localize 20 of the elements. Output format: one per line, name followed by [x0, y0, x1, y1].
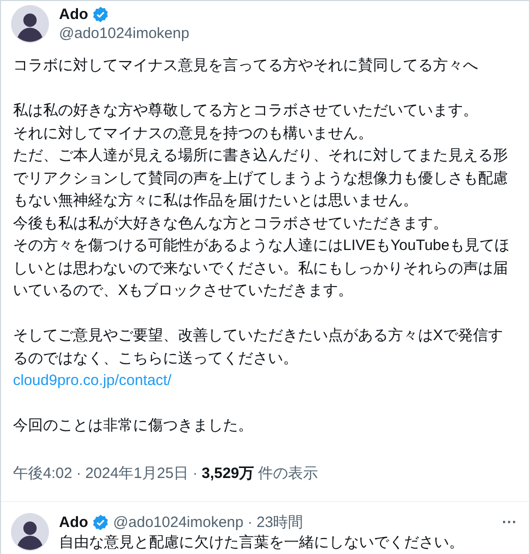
separator-dot: ·	[192, 465, 198, 482]
author-handle[interactable]: @ado1024imokenp	[59, 25, 190, 42]
tweet-text: 今回のことは非常に傷つきました。	[13, 416, 253, 436]
tweet-text: そしてご意見やご要望、改善していただきたい点がある方々はXで発信す るのではなく、こちらに送ってください。	[13, 326, 504, 368]
author-name[interactable]: Ado	[59, 514, 88, 531]
reply-time[interactable]: 23時間	[256, 513, 304, 532]
meta-text: 2024年1月25日	[85, 464, 189, 483]
separator-dot: ·	[76, 465, 82, 482]
author-handle[interactable]: @ado1024imokenp	[113, 514, 244, 531]
meta-text: 午後4:02	[13, 464, 72, 483]
avatar-icon[interactable]	[11, 5, 49, 43]
avatar-icon[interactable]	[11, 513, 49, 551]
more-menu-icon[interactable]: ···	[502, 514, 517, 531]
author-name[interactable]: Ado	[59, 6, 88, 23]
tweet-text: 私は私の好きな方や尊敬してる方とコラボさせていただいています。 それに対してマイナスの意見を持つのも構いません。 ただ、ご本人達が見える場所に書き込んだり、それに対してまた見える形 でリアクションして賛同の声を上げてしまうような想像力も優しさも配慮 もない無神経な方々に私は作品を届けたいとは思いません。 今後も私は私が大好きな色んな方とコラボさせていただきます。 その方々を傷つける可能性があるような人達にはLIVEもYouTubeも見てほ しいとは思わないので来ないでください。私にもしっかりそれらの声は届 いているので、Xもブロックさせていただきます。	[13, 101, 510, 301]
separator-dot: ·	[248, 514, 252, 531]
tweet-text: コラボに対してマイナス意見を言ってる方やそれに賛同してる方々へ	[13, 56, 478, 76]
meta-text: 件の表示	[258, 464, 318, 483]
reply-text: 自由な意見と配慮に欠けた言葉を一緒にしないでください。	[59, 533, 465, 552]
view-count: 3,529万	[202, 464, 254, 483]
